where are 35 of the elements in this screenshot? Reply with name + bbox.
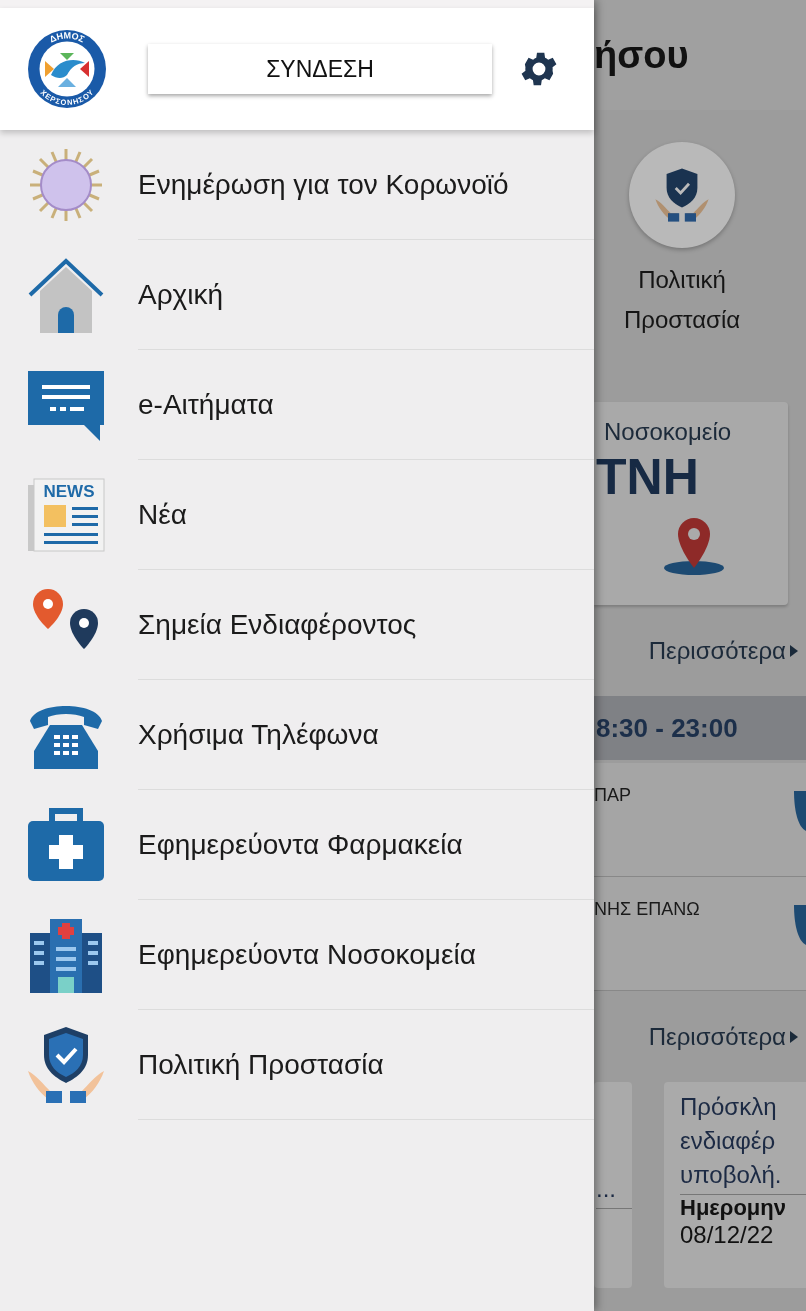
shortcut-label: Πολιτική Προστασία: [623, 265, 741, 335]
location-pin-icon: [664, 516, 724, 576]
menu-item[interactable]: e-Αιτήματα: [0, 350, 594, 460]
menu-item[interactable]: Σημεία Ενδιαφέροντος: [0, 570, 594, 680]
news-title-line: ...: [596, 1174, 617, 1204]
news-card[interactable]: ...: [594, 1082, 632, 1288]
more-link[interactable]: Περισσότερα: [648, 1022, 786, 1051]
app-title: ήσου: [594, 33, 689, 77]
caret-icon: [790, 644, 798, 657]
pharmacy-icon: [794, 905, 806, 945]
menu-item[interactable]: Πολιτική Προστασία: [0, 1010, 594, 1120]
news-title-line: Πρόσκλη: [680, 1092, 778, 1122]
menu-item[interactable]: Ενημέρωση για τον Κορωνοϊό: [0, 130, 594, 240]
hospital-card[interactable]: Νοσοκομείο ΤΝΗ: [594, 402, 788, 605]
shield-hands-icon: [654, 167, 710, 223]
hospital-name: ΤΝΗ: [596, 448, 700, 506]
opening-hours: 8:30 - 23:00: [596, 712, 738, 744]
more-link[interactable]: Περισσότερα: [648, 636, 786, 665]
menu-item[interactable]: NEWS Νέα: [0, 460, 594, 570]
news-title-line: ενδιαφέρ: [680, 1126, 777, 1156]
pharmacy-name[interactable]: ΠΑΡ: [594, 785, 631, 806]
menu-item[interactable]: Αρχική: [0, 240, 594, 350]
pharmacy-name[interactable]: ΝΗΣ ΕΠΑΝΩ: [594, 899, 700, 920]
hospital-caption: Νοσοκομείο: [604, 418, 733, 446]
news-title-line: υποβολή.: [680, 1160, 783, 1190]
menu-item[interactable]: Εφημερεύοντα Νοσοκομεία: [0, 900, 594, 1010]
news-date: 08/12/22: [680, 1221, 775, 1249]
news-card[interactable]: Πρόσκλη ενδιαφέρ υποβολή. Ημερομην 08/12/22: [664, 1082, 806, 1288]
menu-item[interactable]: Χρήσιμα Τηλέφωνα: [0, 680, 594, 790]
shield-hands-icon: [26, 1025, 106, 1105]
pharmacy-icon: [794, 791, 806, 831]
menu-item[interactable]: Εφημερεύοντα Φαρμακεία: [0, 790, 594, 900]
date-label: Ημερομην: [680, 1195, 787, 1221]
login-button[interactable]: ΣΥΝΔΕΣΗ: [148, 44, 492, 94]
caret-icon: [790, 1030, 798, 1043]
